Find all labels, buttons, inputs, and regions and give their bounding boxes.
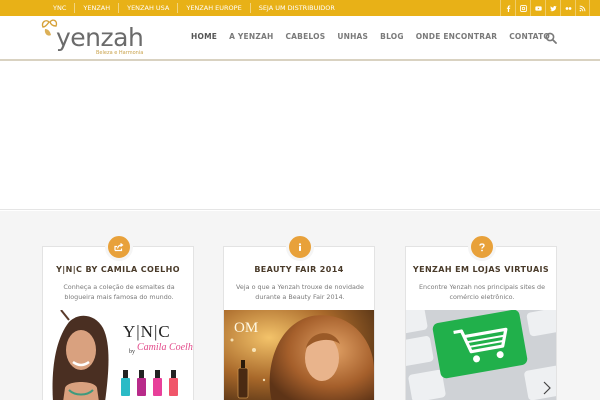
nav-blog[interactable]: BLOG — [374, 16, 410, 60]
top-bar: YNC YENZAH YENZAH USA YENZAH EUROPE SEJA… — [0, 0, 600, 16]
nav-home[interactable]: HOME — [185, 16, 224, 61]
feature-description: Encontre Yenzah nos principais sites de … — [418, 283, 546, 301]
instagram-icon[interactable] — [515, 0, 530, 16]
feature-card-lojas-virtuais[interactable]: YENZAH EM LOJAS VIRTUAIS Encontre Yenzah… — [405, 233, 557, 400]
top-link-yenzah-europe[interactable]: YENZAH EUROPE — [178, 3, 251, 13]
feature-card-ync[interactable]: Y|N|C BY CAMILA COELHO Conheça a coleção… — [42, 233, 194, 400]
feature-description: Conheça a coleção de esmaltes da bloguei… — [63, 283, 175, 301]
nav-unhas[interactable]: UNHAS — [331, 16, 374, 60]
flickr-icon[interactable] — [560, 0, 575, 16]
feature-title: Y|N|C BY CAMILA COELHO — [56, 265, 180, 274]
search-icon[interactable] — [545, 32, 557, 44]
feature-description: Veja o que a Yenzah trouxe de novidade d… — [236, 283, 364, 301]
social-links — [500, 0, 590, 16]
nav-a-yenzah[interactable]: A YENZAH — [223, 16, 279, 60]
main-nav: HOME A YENZAH CABELOS UNHAS BLOG ONDE EN… — [185, 16, 556, 61]
logo-wordmark: yenzah — [56, 23, 144, 52]
twitter-icon[interactable] — [545, 0, 560, 16]
features-section: Y|N|C BY CAMILA COELHO Conheça a coleção… — [0, 211, 600, 400]
feature-image-keyboard — [406, 310, 556, 400]
feature-title: YENZAH EM LOJAS VIRTUAIS — [412, 265, 550, 274]
nav-cabelos[interactable]: CABELOS — [279, 16, 331, 60]
nav-onde-encontrar[interactable]: ONDE ENCONTRAR — [410, 16, 503, 60]
feature-image-ync: Y|N|C by Camila Coelho — [43, 310, 193, 400]
om-brand-text: OM — [234, 320, 259, 336]
top-link-yenzah[interactable]: YENZAH — [75, 3, 120, 13]
facebook-icon[interactable] — [500, 0, 515, 16]
top-link-yenzah-usa[interactable]: YENZAH USA — [119, 3, 179, 13]
rss-icon[interactable] — [575, 0, 590, 16]
top-links: YNC YENZAH YENZAH USA YENZAH EUROPE SEJA… — [44, 0, 343, 16]
feature-image-beauty-fair: OM — [224, 310, 374, 400]
top-link-distribuidor[interactable]: SEJA UM DISTRIBUIDOR — [251, 3, 343, 13]
share-icon — [105, 233, 133, 261]
feature-card-beauty-fair[interactable]: BEAUTY FAIR 2014 Veja o que a Yenzah tro… — [223, 233, 375, 400]
top-link-ync[interactable]: YNC — [44, 3, 76, 13]
header: yenzah Beleza e Harmonia HOME A YENZAH C… — [0, 16, 600, 61]
question-icon — [468, 233, 496, 261]
logo[interactable]: yenzah Beleza e Harmonia — [40, 19, 150, 59]
info-icon — [286, 233, 314, 261]
feature-title: BEAUTY FAIR 2014 — [254, 265, 344, 274]
youtube-icon[interactable] — [530, 0, 545, 16]
hero-slider — [0, 61, 600, 210]
logo-tagline: Beleza e Harmonia — [96, 50, 144, 56]
